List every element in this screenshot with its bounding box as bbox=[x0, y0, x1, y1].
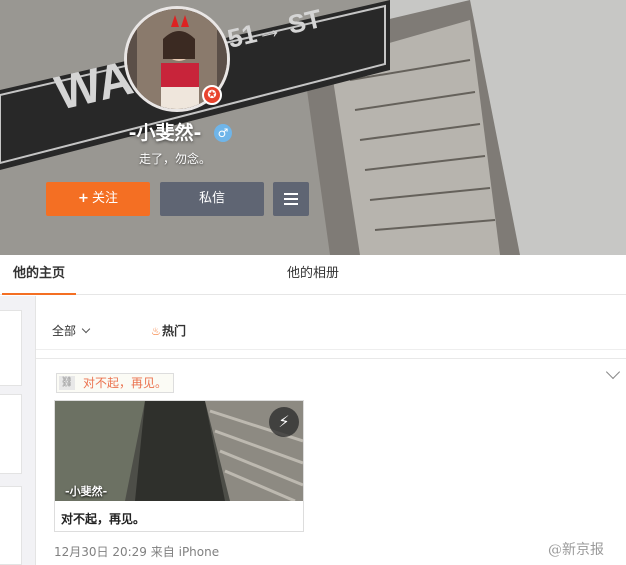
sidebar-card bbox=[0, 310, 22, 386]
profile-cover: WALL 51→ ST ✪ -小斐然- ♂ 走了，勿念。 +关注 私信 bbox=[0, 0, 626, 255]
post-media-card[interactable]: ⚡ -小斐然- 对不起，再见。 bbox=[54, 400, 304, 532]
post-timestamp[interactable]: 12月30日 20:29 bbox=[54, 545, 147, 559]
chevron-down-icon[interactable] bbox=[605, 364, 621, 380]
media-overlay-text: -小斐然- bbox=[65, 485, 108, 498]
follow-label: 关注 bbox=[91, 191, 118, 206]
post-source-prefix: 来自 bbox=[150, 545, 175, 559]
feed-post: ⛓ 对不起，再见。 ⚡ -小斐然- 对不起，再见。 12月30日 20:29 来… bbox=[36, 358, 626, 565]
tab-album[interactable]: 他的相册 bbox=[287, 255, 339, 295]
message-button[interactable]: 私信 bbox=[160, 182, 264, 216]
filter-all-label: 全部 bbox=[52, 324, 77, 338]
tab-home[interactable]: 他的主页 bbox=[2, 255, 76, 295]
post-media-caption: 对不起，再见。 bbox=[61, 512, 146, 526]
more-button[interactable] bbox=[273, 182, 309, 216]
filter-hot[interactable]: ♨热门 bbox=[151, 322, 186, 339]
sidebar-card bbox=[0, 394, 22, 474]
vip-badge-icon: ✪ bbox=[202, 85, 222, 105]
watermark: @新京报 bbox=[548, 542, 604, 558]
male-icon: ♂ bbox=[214, 124, 232, 142]
post-meta: 12月30日 20:29 来自 iPhone bbox=[54, 543, 219, 560]
lightning-icon: ⚡ bbox=[269, 407, 299, 437]
post-link-tag[interactable]: ⛓ 对不起，再见。 bbox=[56, 373, 175, 393]
filter-all-dropdown[interactable]: 全部 bbox=[52, 322, 91, 339]
left-column bbox=[0, 296, 36, 565]
filter-hot-label: 热门 bbox=[162, 324, 187, 338]
follow-button[interactable]: + 关注 bbox=[46, 182, 150, 216]
cover-photo: WALL 51→ ST bbox=[0, 0, 626, 255]
profile-bio: 走了，勿念。 bbox=[138, 152, 211, 166]
post-source[interactable]: iPhone bbox=[179, 545, 220, 559]
plus-icon: + bbox=[78, 191, 89, 206]
chevron-down-icon bbox=[81, 324, 91, 334]
sidebar-card bbox=[0, 486, 22, 565]
flame-icon: ♨ bbox=[151, 325, 161, 338]
post-link-text: 对不起，再见。 bbox=[83, 376, 168, 390]
post-media-image: ⚡ -小斐然- bbox=[55, 401, 303, 501]
profile-username: -小斐然- bbox=[128, 122, 202, 144]
feed-filter-bar: 全部 ♨热门 bbox=[36, 310, 626, 350]
profile-tabs: 他的主页 他的相册 bbox=[0, 255, 626, 295]
link-icon: ⛓ bbox=[59, 376, 75, 390]
